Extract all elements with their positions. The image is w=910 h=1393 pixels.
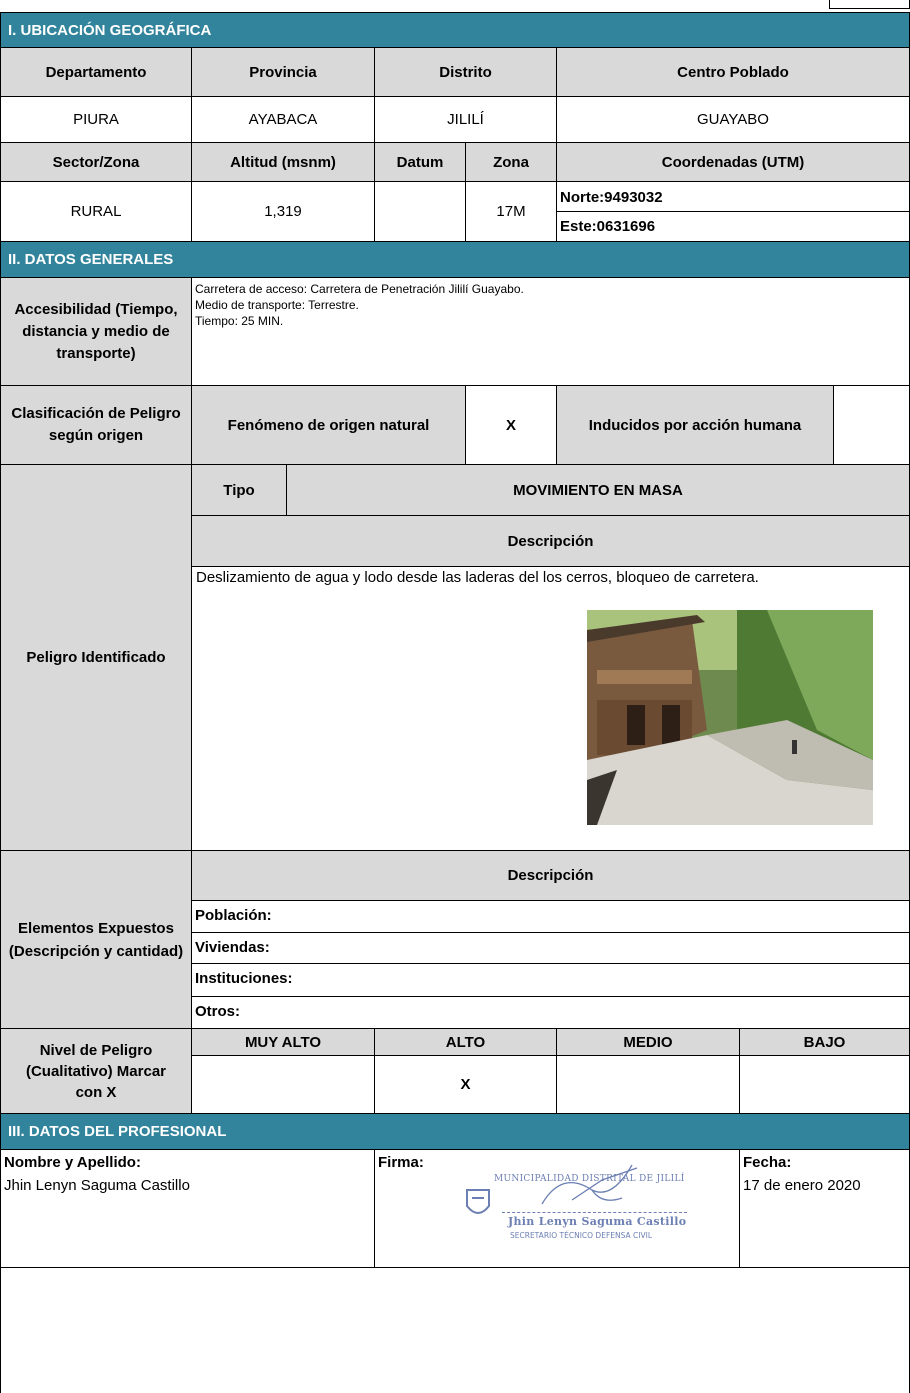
accesibilidad-detalle: Carretera de acceso: Carretera de Penetr… — [191, 277, 910, 386]
footer-empty-row — [0, 1267, 910, 1393]
value-nombre: Jhin Lenyn Saguma Castillo — [4, 1177, 190, 1194]
nombre-cell: Nombre y Apellido: Jhin Lenyn Saguma Cas… — [0, 1149, 375, 1268]
value-tipo: MOVIMIENTO EN MASA — [286, 464, 910, 516]
header-departamento: Departamento — [0, 47, 192, 97]
row-instituciones: Instituciones: — [191, 963, 910, 997]
value-departamento: PIURA — [0, 96, 192, 143]
section-ubicacion-header: I. UBICACIÓN GEOGRÁFICA — [0, 12, 910, 48]
mark-medio — [556, 1055, 740, 1114]
mark-fenomeno-natural: X — [465, 385, 557, 465]
nivel-medio: MEDIO — [556, 1028, 740, 1056]
value-zona: 17M — [465, 181, 557, 242]
row-viviendas: Viviendas: — [191, 932, 910, 964]
label-fecha: Fecha: — [743, 1154, 792, 1171]
label-fenomeno-natural: Fenómeno de origen natural — [191, 385, 466, 465]
fecha-cell: Fecha: 17 de enero 2020 — [739, 1149, 910, 1268]
value-fecha: 17 de enero 2020 — [743, 1177, 861, 1194]
value-centro-poblado: GUAYABO — [556, 96, 910, 143]
value-altitud: 1,319 — [191, 181, 375, 242]
top-corner-box — [829, 0, 910, 9]
mark-bajo — [739, 1055, 910, 1114]
header-sector: Sector/Zona — [0, 142, 192, 182]
section-profesional-header: III. DATOS DEL PROFESIONAL — [0, 1113, 910, 1150]
municipal-stamp: MUNICIPALIDAD DISTRITAL DE JILILÍ Jhin L… — [462, 1160, 702, 1252]
value-datum — [374, 181, 466, 242]
label-nombre: Nombre y Apellido: — [4, 1154, 141, 1171]
label-inducidos: Inducidos por acción humana — [556, 385, 834, 465]
label-tipo: Tipo — [191, 464, 287, 516]
header-altitud: Altitud (msnm) — [191, 142, 375, 182]
label-firma: Firma: — [378, 1154, 424, 1171]
label-elementos-descripcion: Descripción — [191, 850, 910, 901]
mark-alto: X — [374, 1055, 557, 1114]
header-provincia: Provincia — [191, 47, 375, 97]
value-provincia: AYABACA — [191, 96, 375, 143]
acceso-text: Carretera de acceso: Carretera de Penetr… — [195, 282, 524, 296]
value-sector: RURAL — [0, 181, 192, 242]
nivel-muy-alto: MUY ALTO — [191, 1028, 375, 1056]
tiempo-text: Tiempo: 25 MIN. — [195, 314, 284, 328]
nivel-bajo: BAJO — [739, 1028, 910, 1056]
stamp-role: SECRETARIO TÉCNICO DEFENSA CIVIL — [510, 1231, 652, 1240]
row-otros: Otros: — [191, 996, 910, 1029]
signature-scribble — [541, 1164, 638, 1205]
label-descripcion: Descripción — [191, 515, 910, 567]
nivel-alto: ALTO — [374, 1028, 557, 1056]
label-nivel-peligro: Nivel de Peligro (Cualitativo) Marcar co… — [0, 1028, 192, 1114]
label-accesibilidad: Accesibilidad (Tiempo, distancia y medio… — [0, 277, 192, 386]
municipal-seal-icon — [466, 1189, 490, 1214]
header-zona: Zona — [465, 142, 557, 182]
label-clasificacion: Clasificación de Peligro según origen — [0, 385, 192, 465]
mark-muy-alto — [191, 1055, 375, 1114]
header-centro-poblado: Centro Poblado — [556, 47, 910, 97]
photo-illustration — [587, 610, 873, 825]
header-distrito: Distrito — [374, 47, 557, 97]
medio-text: Medio de transporte: Terrestre. — [195, 298, 359, 312]
value-norte: Norte:9493032 — [556, 181, 910, 212]
header-datum: Datum — [374, 142, 466, 182]
stamp-dashed-line — [502, 1212, 687, 1213]
section-generales-header: II. DATOS GENERALES — [0, 241, 910, 278]
label-elementos-expuestos: Elementos Expuestos (Descripción y canti… — [0, 850, 192, 1029]
stamp-name: Jhin Lenyn Saguma Castillo — [508, 1215, 687, 1228]
header-coordenadas: Coordenadas (UTM) — [556, 142, 910, 182]
landslide-road-photo — [587, 610, 873, 825]
row-poblacion: Población: — [191, 900, 910, 933]
value-este: Este:0631696 — [556, 211, 910, 242]
descripcion-text: Deslizamiento de agua y lodo desde las l… — [196, 569, 759, 586]
mark-inducidos — [833, 385, 910, 465]
value-distrito: JILILÍ — [374, 96, 557, 143]
label-peligro-identificado: Peligro Identificado — [0, 464, 192, 851]
